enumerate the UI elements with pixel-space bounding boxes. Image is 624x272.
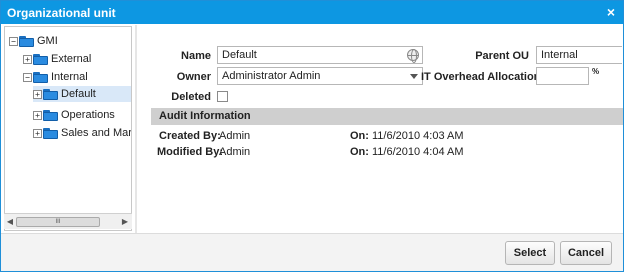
folder-icon [43,109,59,121]
percent-unit: % [592,67,600,76]
deleted-checkbox[interactable] [217,91,228,102]
folder-icon [19,35,35,47]
dialog-title: Organizational unit [7,6,116,20]
scrollbar-thumb[interactable]: III [16,217,100,227]
close-icon[interactable]: × [607,4,615,20]
select-button[interactable]: Select [505,241,555,265]
collapse-icon[interactable]: − [23,72,32,82]
collapse-icon[interactable]: − [9,36,18,46]
chevron-down-icon[interactable] [410,74,418,79]
tree-node-label: Internal [51,71,88,83]
created-on-value: 11/6/2010 4:03 AM [372,130,464,142]
tree-node-internal[interactable]: − Internal [23,69,88,85]
tree-node-label: Operations [61,109,115,121]
name-label: Name [181,50,211,62]
owner-value: Administrator Admin [222,70,321,82]
parent-ou-label: Parent OU [475,50,529,62]
tree-node-label: GMI [37,35,58,47]
parent-ou-value: Internal [541,49,578,61]
panel-divider[interactable] [135,25,137,233]
tree-node-sales-and-marketing[interactable]: + Sales and Marketing [33,125,132,141]
expand-icon[interactable]: + [33,110,42,120]
tree-node-label: Default [61,88,96,100]
tree-node-external[interactable]: + External [23,51,91,67]
scroll-right-icon[interactable]: ▶ [120,216,130,228]
dialog-footer: Select Cancel [1,233,623,271]
folder-icon [33,53,49,65]
folder-icon [43,127,59,139]
tree-node-operations[interactable]: + Operations [33,107,115,123]
it-overhead-input[interactable] [536,67,589,85]
parent-ou-field[interactable]: Internal [536,46,622,64]
it-overhead-label: IT Overhead Allocation [421,71,541,83]
expand-icon[interactable]: + [33,128,42,138]
owner-select[interactable]: Administrator Admin [217,67,423,85]
deleted-label: Deleted [171,91,211,103]
globe-icon[interactable] [407,49,419,63]
owner-label: Owner [176,71,211,83]
modified-on-value: 11/6/2010 4:04 AM [372,146,464,158]
expand-icon[interactable]: + [33,89,42,99]
created-on-label: On: [350,130,369,142]
name-field[interactable]: Default [217,46,423,64]
organizational-unit-dialog: Organizational unit × − GMI + External −… [0,0,624,272]
created-by-value: Admin [219,130,251,142]
modified-on-label: On: [350,146,369,158]
tree-node-label: Sales and Marketing [61,127,132,139]
modified-by-value: Admin [219,146,251,158]
tree-node-default[interactable]: + Default [33,86,131,102]
tree-horizontal-scrollbar[interactable]: ◀ III ▶ [4,213,132,229]
scroll-left-icon[interactable]: ◀ [5,216,15,228]
expand-icon[interactable]: + [23,54,32,64]
folder-icon [33,71,49,83]
name-value: Default [222,49,257,61]
ou-tree-panel: − GMI + External − Internal + Default + … [4,26,132,231]
title-bar: Organizational unit × [1,1,623,24]
audit-section-header: Audit Information [151,108,623,125]
folder-icon [43,88,59,100]
cancel-button[interactable]: Cancel [560,241,612,265]
modified-by-label: Modified By: [157,146,223,158]
created-by-label: Created By: [159,130,221,142]
tree-node-label: External [51,53,92,65]
tree-node-gmi[interactable]: − GMI [9,33,58,49]
